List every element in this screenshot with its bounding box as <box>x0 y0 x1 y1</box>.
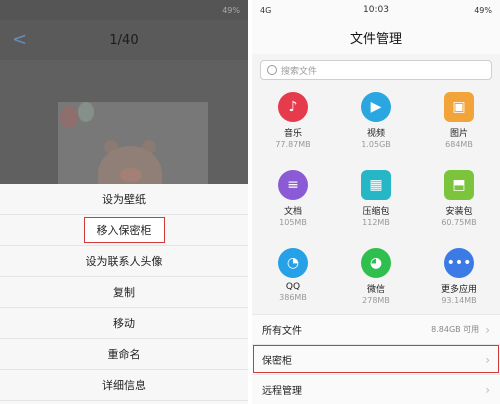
balloon-shape <box>60 106 78 128</box>
image-icon: ▣ <box>444 92 474 122</box>
search-input[interactable]: 搜索文件 <box>260 60 492 80</box>
android-package-icon: ⬒ <box>444 170 474 200</box>
category-qq[interactable]: ◔ QQ 386MB <box>252 248 334 302</box>
menu-item-details[interactable]: 详细信息 <box>0 370 248 401</box>
music-icon: ♪ <box>278 92 308 122</box>
menu-item-set-contact-avatar[interactable]: 设为联系人头像 <box>0 246 248 277</box>
right-status-time: 10:03 <box>363 5 389 15</box>
page-title: 文件管理 <box>349 31 402 47</box>
row-meta: 8.84GB 可用 › <box>431 323 490 337</box>
left-status-bar: 49% <box>0 0 248 20</box>
left-status-battery: 49% <box>222 5 240 15</box>
balloon-shape <box>78 102 94 122</box>
qq-icon: ◔ <box>278 248 308 278</box>
category-size: 684MB <box>445 140 473 149</box>
menu-item-label: 移动 <box>113 317 135 330</box>
category-documents[interactable]: ≡ 文档 105MB <box>252 170 334 227</box>
category-size: 105MB <box>279 218 307 227</box>
row-label: 保密柜 <box>262 356 292 367</box>
row-meta: › <box>485 383 490 397</box>
category-name: 视频 <box>366 129 385 139</box>
row-secure-vault[interactable]: 保密柜 › <box>252 344 500 374</box>
document-icon: ≡ <box>278 170 308 200</box>
row-label: 所有文件 <box>262 326 302 337</box>
left-header: < 1/40 <box>0 20 248 60</box>
chevron-right-icon: › <box>485 322 490 337</box>
category-more-apps[interactable]: ••• 更多应用 93.14MB <box>418 248 500 305</box>
menu-item-rename[interactable]: 重命名 <box>0 339 248 370</box>
photo-index-title: 1/40 <box>109 32 139 48</box>
category-size: 60.75MB <box>441 218 477 227</box>
category-archives[interactable]: ▦ 压缩包 112MB <box>335 170 417 227</box>
back-arrow-icon[interactable]: < <box>12 30 32 50</box>
archive-icon: ▦ <box>361 170 391 200</box>
search-placeholder: 搜索文件 <box>281 66 318 77</box>
category-size: 278MB <box>362 296 390 305</box>
menu-item-label: 设为壁纸 <box>102 193 146 206</box>
category-grid: ♪ 音乐 77.87MB ▶ 视频 1.05GB ▣ 图片 684MB ≡ 文档… <box>252 86 500 314</box>
photo-preview <box>0 60 248 202</box>
wechat-icon: ◕ <box>361 248 391 278</box>
category-name: 微信 <box>366 285 385 295</box>
category-name: 安装包 <box>445 207 473 217</box>
category-name: 音乐 <box>283 129 302 139</box>
file-manager-header: 文件管理 <box>252 20 500 54</box>
row-meta: › <box>485 353 490 367</box>
category-name: 压缩包 <box>362 207 390 217</box>
menu-item-label: 设为联系人头像 <box>85 255 163 268</box>
menu-item-move-to-vault[interactable]: 移入保密柜 <box>0 215 248 246</box>
video-icon: ▶ <box>361 92 391 122</box>
row-all-files[interactable]: 所有文件 8.84GB 可用 › <box>252 314 500 344</box>
category-video[interactable]: ▶ 视频 1.05GB <box>335 92 417 149</box>
category-size: 77.87MB <box>275 140 311 149</box>
category-images[interactable]: ▣ 图片 684MB <box>418 92 500 149</box>
category-name: 更多应用 <box>440 285 477 295</box>
row-remote-management[interactable]: 远程管理 › <box>252 374 500 404</box>
category-size: 112MB <box>362 218 390 227</box>
photo-action-menu: 设为壁纸 移入保密柜 设为联系人头像 复制 移动 重命名 详细信息 <box>0 184 248 404</box>
storage-available: 8.84GB 可用 <box>431 325 480 334</box>
menu-item-label: 复制 <box>113 286 135 299</box>
menu-item-copy[interactable]: 复制 <box>0 277 248 308</box>
pig-nose-shape <box>120 168 142 182</box>
category-wechat[interactable]: ◕ 微信 278MB <box>335 248 417 305</box>
right-phone-screen: 4G 10:03 49% 文件管理 搜索文件 ♪ 音乐 77.87MB ▶ 视频… <box>252 0 500 404</box>
screenshot-root: 49% < 1/40 设为壁纸 移入保密柜 设为联系人头像 复制 移动 重命名 … <box>0 0 500 404</box>
menu-item-label: 详细信息 <box>102 379 146 392</box>
menu-item-set-wallpaper[interactable]: 设为壁纸 <box>0 184 248 215</box>
category-name: QQ <box>285 282 301 292</box>
category-name: 图片 <box>449 129 468 139</box>
menu-item-move[interactable]: 移动 <box>0 308 248 339</box>
category-music[interactable]: ♪ 音乐 77.87MB <box>252 92 334 149</box>
menu-item-label: 重命名 <box>107 348 141 361</box>
right-status-bar: 4G 10:03 49% <box>252 0 500 20</box>
row-label: 远程管理 <box>262 386 302 397</box>
file-manager-rows: 所有文件 8.84GB 可用 › 保密柜 › 远程管理 › <box>252 314 500 404</box>
search-icon <box>267 65 277 75</box>
chevron-right-icon: › <box>485 382 490 397</box>
category-apk[interactable]: ⬒ 安装包 60.75MB <box>418 170 500 227</box>
category-size: 386MB <box>279 293 307 302</box>
category-size: 93.14MB <box>441 296 477 305</box>
chevron-right-icon: › <box>485 352 490 367</box>
category-name: 文档 <box>283 207 302 217</box>
category-size: 1.05GB <box>361 140 391 149</box>
left-phone-screen: 49% < 1/40 设为壁纸 移入保密柜 设为联系人头像 复制 移动 重命名 … <box>0 0 248 404</box>
more-apps-icon: ••• <box>444 248 474 278</box>
highlight-box: 移入保密柜 <box>83 217 165 243</box>
menu-item-label: 移入保密柜 <box>96 224 152 237</box>
